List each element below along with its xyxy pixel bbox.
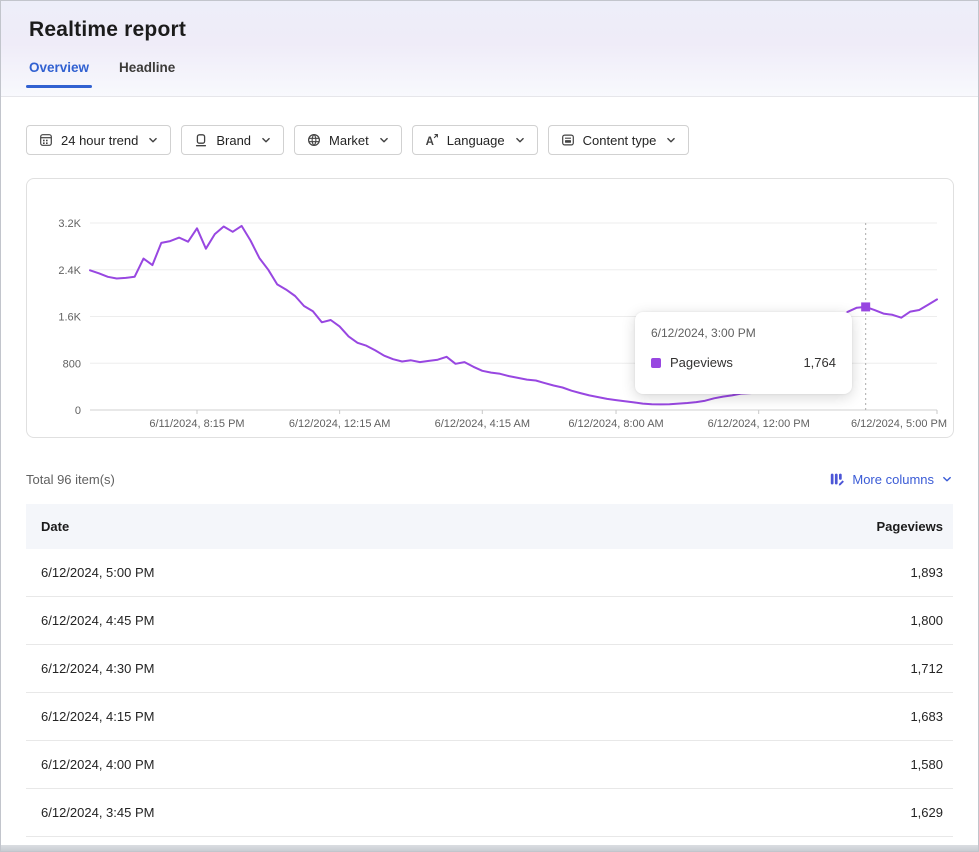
pageviews-table: Date Pageviews 6/12/2024, 5:00 PM1,8936/… [26, 504, 953, 837]
chevron-down-icon [147, 134, 159, 146]
filter-label: Brand [216, 133, 251, 148]
tooltip-timestamp: 6/12/2024, 3:00 PM [651, 326, 836, 340]
chevron-down-icon [665, 134, 677, 146]
svg-text:800: 800 [63, 358, 81, 370]
table-row: 6/12/2024, 4:15 PM 1,683 [26, 693, 953, 741]
filter-label: Content type [583, 133, 657, 148]
svg-text:A: A [425, 136, 433, 148]
table-row: 6/12/2024, 5:00 PM 1,893 [26, 549, 953, 597]
window-bottom-edge [1, 845, 978, 851]
cell-date: 6/12/2024, 4:45 PM [41, 613, 154, 628]
language-filter-button[interactable]: A Language [412, 125, 538, 155]
market-filter-button[interactable]: Market [294, 125, 402, 155]
svg-text:0: 0 [75, 405, 81, 417]
chevron-down-icon [941, 473, 953, 485]
chart-tooltip: 6/12/2024, 3:00 PM Pageviews 1,764 [635, 312, 852, 394]
brand-filter-button[interactable]: Brand [181, 125, 284, 155]
content-type-filter-button[interactable]: Content type [548, 125, 690, 155]
svg-text:6/11/2024, 8:15 PM: 6/11/2024, 8:15 PM [149, 418, 244, 430]
table-toolbar: Total 96 item(s) More columns [26, 468, 953, 490]
cell-pageviews: 1,712 [910, 661, 943, 676]
svg-text:6/12/2024, 8:00 AM: 6/12/2024, 8:00 AM [568, 418, 663, 430]
cell-pageviews: 1,893 [910, 565, 943, 580]
tab-bar: Overview Headline [29, 56, 978, 88]
realtime-report-page: Realtime report Overview Headline 24 hour… [0, 0, 979, 852]
tab-overview[interactable]: Overview [29, 56, 89, 88]
cell-pageviews: 1,629 [910, 805, 943, 820]
chevron-down-icon [514, 134, 526, 146]
table-header-row: Date Pageviews [26, 504, 953, 549]
svg-text:6/12/2024, 4:15 AM: 6/12/2024, 4:15 AM [435, 418, 530, 430]
content-type-icon [560, 132, 576, 148]
page-title: Realtime report [29, 18, 978, 42]
svg-text:6/12/2024, 12:15 AM: 6/12/2024, 12:15 AM [289, 418, 391, 430]
columns-edit-icon [829, 471, 845, 487]
chart-card: 3.2K 2.4K 1.6K 800 0 6/11/2024, 8:15 PM 6/12/2… [26, 178, 954, 438]
more-columns-label: More columns [852, 472, 934, 487]
svg-text:6/12/2024, 12:00 PM: 6/12/2024, 12:00 PM [708, 418, 810, 430]
cell-pageviews: 1,683 [910, 709, 943, 724]
cell-date: 6/12/2024, 5:00 PM [41, 565, 154, 580]
hover-marker [861, 302, 870, 311]
tab-headline[interactable]: Headline [119, 56, 175, 88]
cell-date: 6/12/2024, 4:15 PM [41, 709, 154, 724]
tooltip-series-value: 1,764 [803, 355, 836, 370]
column-header-pageviews: Pageviews [877, 519, 944, 534]
tooltip-series-label: Pageviews [670, 355, 794, 370]
more-columns-button[interactable]: More columns [829, 471, 953, 487]
chevron-down-icon [260, 134, 272, 146]
table-row: 6/12/2024, 3:45 PM 1,629 [26, 789, 953, 837]
filter-label: Market [329, 133, 369, 148]
svg-text:2.4K: 2.4K [58, 265, 81, 277]
svg-text:6/12/2024, 5:00 PM: 6/12/2024, 5:00 PM [851, 418, 947, 430]
cell-pageviews: 1,800 [910, 613, 943, 628]
calendar-icon [38, 132, 54, 148]
chevron-down-icon [378, 134, 390, 146]
cell-date: 6/12/2024, 4:00 PM [41, 757, 154, 772]
cell-pageviews: 1,580 [910, 757, 943, 772]
filter-label: Language [447, 133, 505, 148]
svg-text:3.2K: 3.2K [58, 218, 81, 230]
filter-label: 24 hour trend [61, 133, 138, 148]
globe-icon [306, 132, 322, 148]
filter-bar: 24 hour trend Brand Market A Language Content… [26, 125, 978, 155]
translate-icon: A [424, 132, 440, 148]
svg-text:1.6K: 1.6K [58, 312, 81, 324]
24-hour-trend-filter-button[interactable]: 24 hour trend [26, 125, 171, 155]
pageviews-line-chart[interactable]: 3.2K 2.4K 1.6K 800 0 6/11/2024, 8:15 PM 6/12/2… [27, 179, 953, 437]
table-row: 6/12/2024, 4:00 PM 1,580 [26, 741, 953, 789]
brand-icon [193, 132, 209, 148]
page-header: Realtime report Overview Headline [1, 1, 978, 97]
cell-date: 6/12/2024, 3:45 PM [41, 805, 154, 820]
series-swatch [651, 358, 661, 368]
table-row: 6/12/2024, 4:45 PM 1,800 [26, 597, 953, 645]
column-header-date: Date [41, 519, 69, 534]
table-row: 6/12/2024, 4:30 PM 1,712 [26, 645, 953, 693]
cell-date: 6/12/2024, 4:30 PM [41, 661, 154, 676]
total-items-label: Total 96 item(s) [26, 472, 115, 487]
